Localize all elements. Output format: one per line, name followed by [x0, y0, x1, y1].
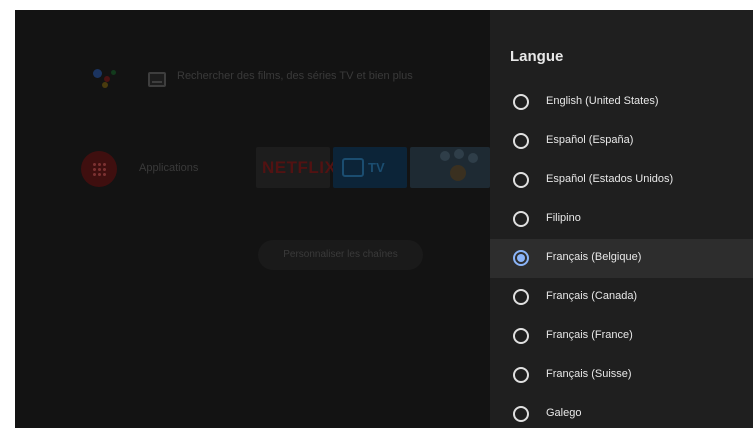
- language-option-label: Français (Canada): [546, 290, 638, 302]
- customize-channels-button[interactable]: Personnaliser les chaînes: [258, 240, 423, 270]
- language-option[interactable]: Français (France): [490, 317, 753, 356]
- apps-grid-icon[interactable]: [81, 151, 117, 187]
- language-option-label: Français (Belgique): [546, 251, 642, 263]
- language-option-label: Español (España): [546, 134, 634, 146]
- radio-unchecked-icon[interactable]: [513, 367, 529, 383]
- tv-screen: Rechercher des films, des séries TV et b…: [15, 10, 753, 428]
- radio-unchecked-icon[interactable]: [513, 406, 529, 422]
- language-option[interactable]: English (United States): [490, 83, 753, 122]
- home-screen-background: Rechercher des films, des séries TV et b…: [15, 10, 490, 428]
- language-option[interactable]: Français (Belgique): [490, 239, 753, 278]
- language-list: English (United States) Español (España) E…: [490, 83, 753, 428]
- language-option[interactable]: Español (Estados Unidos): [490, 161, 753, 200]
- google-assistant-icon[interactable]: [91, 67, 117, 89]
- panel-title: Langue: [510, 48, 564, 65]
- radio-unchecked-icon[interactable]: [513, 94, 529, 110]
- language-option[interactable]: Filipino: [490, 200, 753, 239]
- radio-unchecked-icon[interactable]: [513, 328, 529, 344]
- language-option-label: Filipino: [546, 212, 581, 224]
- netflix-app-tile[interactable]: NETFLIX: [256, 147, 336, 188]
- tv-icon: [342, 158, 364, 177]
- keyboard-icon[interactable]: [148, 72, 166, 87]
- tv-app-tile[interactable]: TV: [333, 147, 407, 188]
- netflix-logo: NETFLIX: [262, 158, 337, 177]
- language-option[interactable]: Français (Canada): [490, 278, 753, 317]
- radio-unchecked-icon[interactable]: [513, 289, 529, 305]
- radio-checked-icon[interactable]: [513, 250, 529, 266]
- apps-label: Applications: [139, 162, 199, 174]
- radio-unchecked-icon[interactable]: [513, 172, 529, 188]
- language-option-label: Français (France): [546, 329, 633, 341]
- media-app-tile[interactable]: [410, 147, 490, 188]
- language-settings-panel: Langue English (United States) Español (E…: [490, 10, 753, 428]
- language-option[interactable]: Galego: [490, 395, 753, 428]
- search-prompt[interactable]: Rechercher des films, des séries TV et b…: [177, 70, 413, 82]
- language-option[interactable]: Español (España): [490, 122, 753, 161]
- tv-label: TV: [368, 160, 385, 175]
- language-option-label: Français (Suisse): [546, 368, 632, 380]
- language-option-label: Español (Estados Unidos): [546, 173, 674, 185]
- radio-unchecked-icon[interactable]: [513, 133, 529, 149]
- radio-unchecked-icon[interactable]: [513, 211, 529, 227]
- language-option-label: English (United States): [546, 95, 659, 107]
- language-option-label: Galego: [546, 407, 582, 419]
- language-option[interactable]: Français (Suisse): [490, 356, 753, 395]
